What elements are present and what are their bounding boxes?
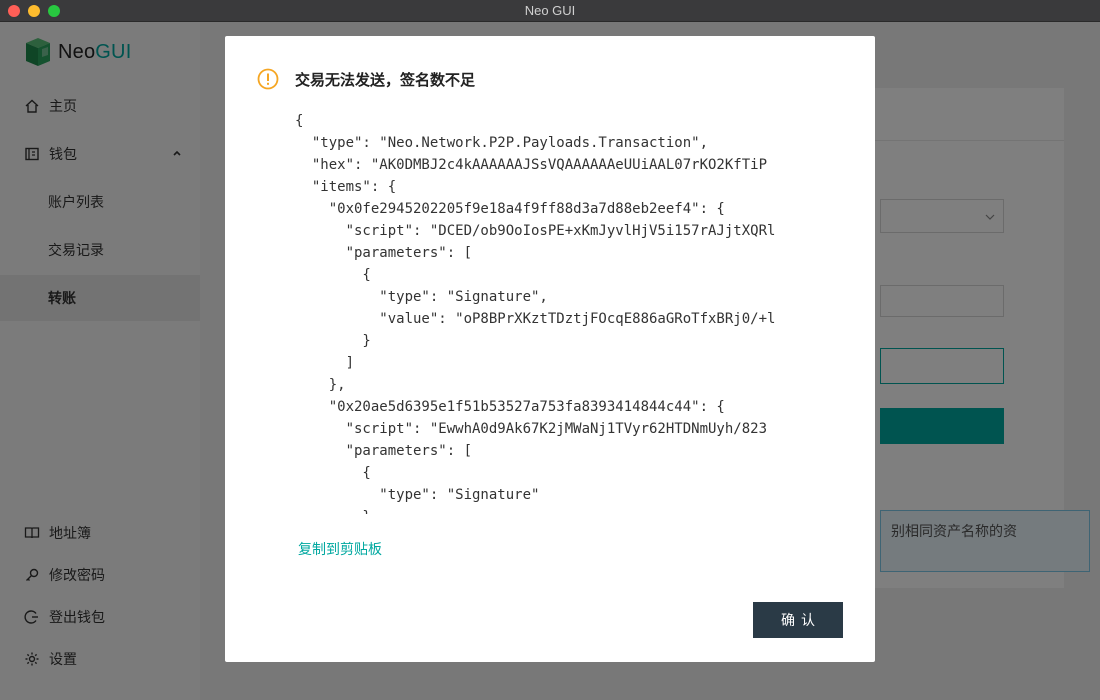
dialog-title: 交易无法发送，签名数不足 bbox=[295, 71, 476, 89]
window-title: Neo GUI bbox=[524, 3, 576, 18]
json-text: { "type": "Neo.Network.P2P.Payloads.Tran… bbox=[295, 113, 776, 514]
error-dialog: 交易无法发送，签名数不足 { "type": "Neo.Network.P2P.… bbox=[225, 36, 875, 662]
title-bar: Neo GUI bbox=[0, 0, 1100, 22]
copy-to-clipboard-link[interactable]: 复制到剪贴板 bbox=[298, 539, 382, 559]
confirm-button[interactable]: 确认 bbox=[753, 602, 843, 638]
transaction-json: { "type": "Neo.Network.P2P.Payloads.Tran… bbox=[295, 110, 810, 514]
warning-icon bbox=[257, 68, 279, 90]
